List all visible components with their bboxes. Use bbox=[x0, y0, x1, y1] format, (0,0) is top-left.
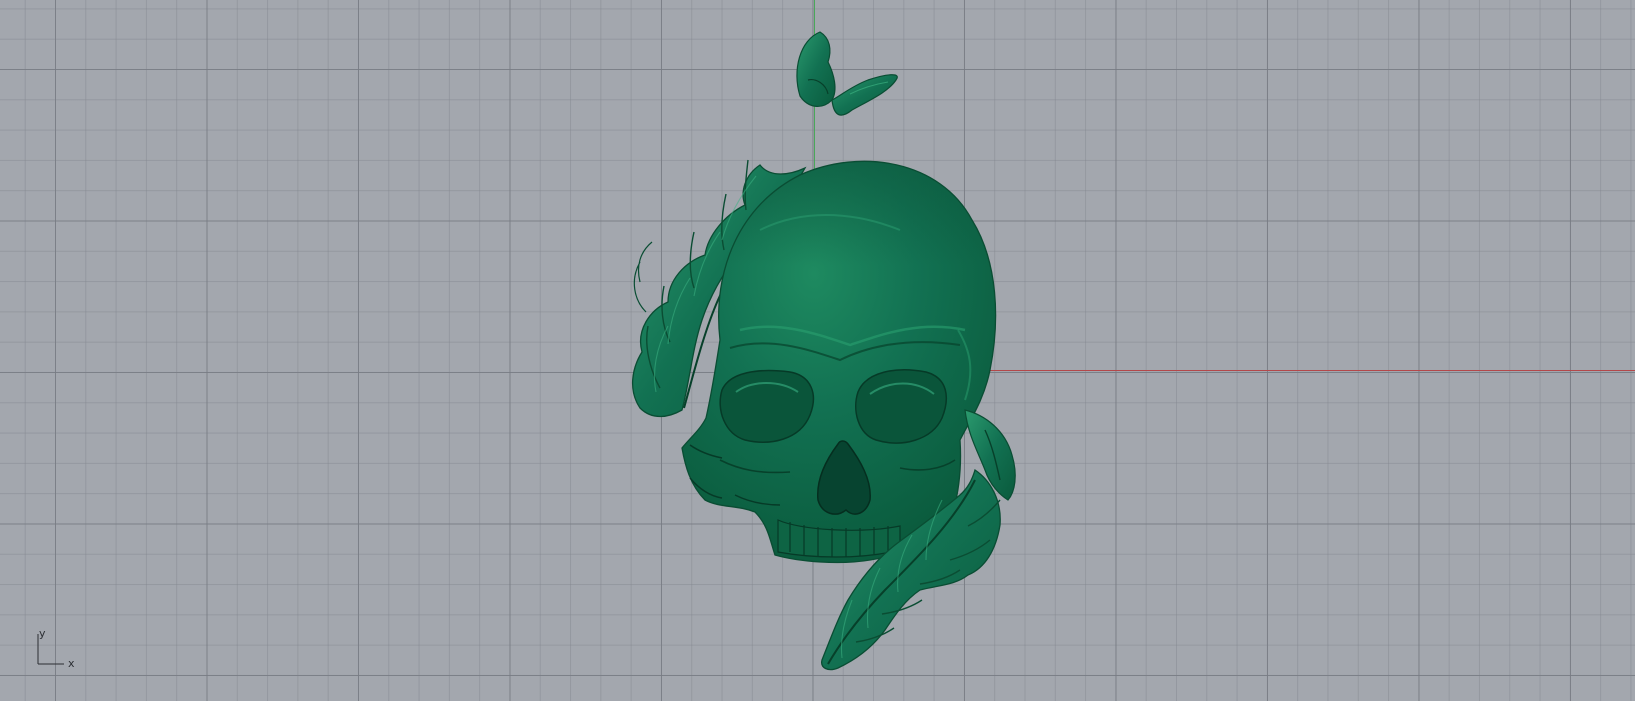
triad-x-label: x bbox=[68, 657, 75, 670]
axis-triad: y x bbox=[30, 620, 80, 670]
triad-y-label: y bbox=[39, 627, 46, 640]
3d-viewport-top[interactable]: y x bbox=[0, 0, 1635, 701]
butterfly bbox=[796, 31, 898, 116]
skull-model[interactable] bbox=[0, 0, 1635, 701]
